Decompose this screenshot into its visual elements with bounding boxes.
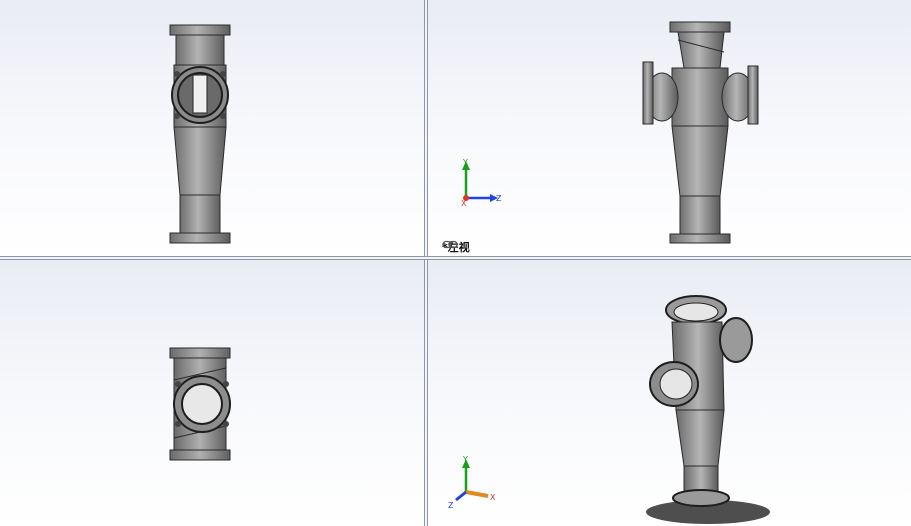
axis-label-x: X — [490, 493, 496, 502]
view-triad-icon: Y Z X — [461, 158, 502, 208]
model-top-view — [169, 347, 231, 461]
horizontal-viewport-splitter[interactable] — [0, 256, 911, 260]
viewport-isometric[interactable]: Y X Z — [428, 260, 911, 526]
model-front-view — [169, 24, 231, 244]
viewport-top-view[interactable] — [0, 260, 424, 526]
axis-label-z: Z — [448, 501, 454, 510]
model-isometric-view: Y X Z — [448, 295, 770, 524]
model-left-view: Y Z X — [461, 21, 759, 244]
chain-link-icon — [442, 240, 458, 249]
axis-label-z: Z — [496, 194, 502, 203]
viewport-front[interactable] — [0, 0, 424, 256]
axis-label-y: Y — [462, 455, 468, 464]
vertical-viewport-splitter[interactable] — [424, 0, 428, 526]
viewport-area[interactable]: Y Z X *左视 Y X Z — [0, 0, 911, 526]
axis-label-y: Y — [462, 158, 468, 167]
view-triad-icon: Y X Z — [448, 455, 496, 510]
viewport-left-view[interactable]: Y Z X *左视 — [428, 0, 911, 256]
view-name-label: *左视 — [442, 240, 470, 254]
axis-label-x: X — [461, 199, 467, 208]
